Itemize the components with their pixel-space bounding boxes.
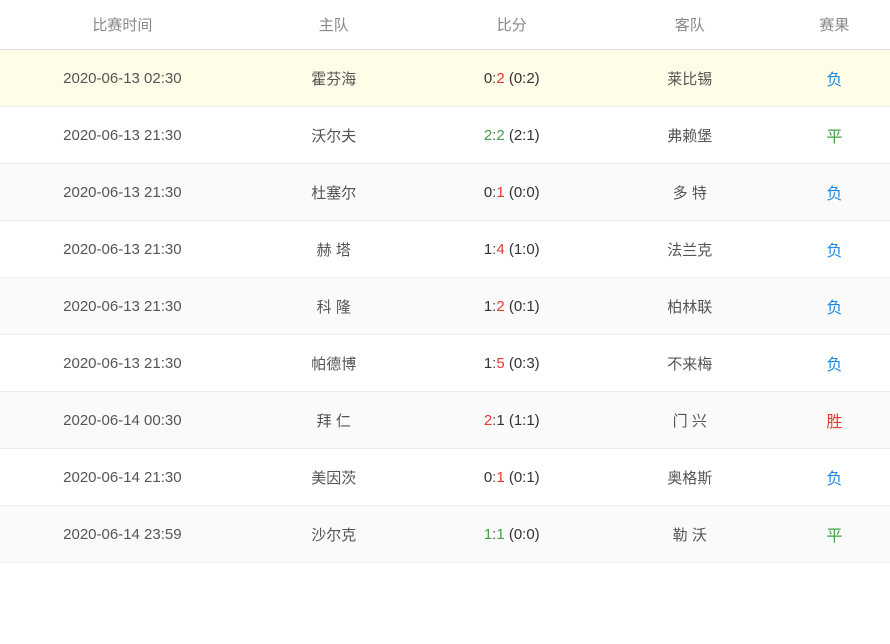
match-time: 2020-06-13 21:30 xyxy=(0,107,245,164)
match-time: 2020-06-13 21:30 xyxy=(0,335,245,392)
match-result: 平 xyxy=(779,107,890,164)
match-time: 2020-06-14 21:30 xyxy=(0,449,245,506)
score-home-value: 1 xyxy=(484,298,492,315)
home-team: 沃尔夫 xyxy=(245,107,423,164)
score-halftime: (0:2) xyxy=(505,70,540,87)
header-time: 比赛时间 xyxy=(0,0,245,50)
score-away-value: 1 xyxy=(496,526,504,543)
match-time: 2020-06-14 23:59 xyxy=(0,506,245,563)
score-halftime: (0:1) xyxy=(505,469,540,486)
match-time: 2020-06-13 21:30 xyxy=(0,164,245,221)
away-team: 弗赖堡 xyxy=(601,107,779,164)
table-row: 2020-06-13 21:30科 隆1:2 (0:1)柏林联负 xyxy=(0,278,890,335)
match-time: 2020-06-13 02:30 xyxy=(0,50,245,107)
header-away: 客队 xyxy=(601,0,779,50)
match-score: 0:1 (0:1) xyxy=(423,449,601,506)
matches-table-container: 比赛时间 主队 比分 客队 赛果 2020-06-13 02:30霍芬海0:2 … xyxy=(0,0,890,563)
match-result: 负 xyxy=(779,335,890,392)
score-away-value: 2 xyxy=(496,298,504,315)
score-home-value: 0 xyxy=(484,184,492,201)
home-team: 帕德博 xyxy=(245,335,423,392)
home-team: 美因茨 xyxy=(245,449,423,506)
score-away-value: 1 xyxy=(496,412,504,429)
table-header-row: 比赛时间 主队 比分 客队 赛果 xyxy=(0,0,890,50)
away-team: 奥格斯 xyxy=(601,449,779,506)
match-time: 2020-06-13 21:30 xyxy=(0,278,245,335)
away-team: 门 兴 xyxy=(601,392,779,449)
table-row: 2020-06-14 00:30拜 仁2:1 (1:1)门 兴胜 xyxy=(0,392,890,449)
away-team: 莱比锡 xyxy=(601,50,779,107)
match-result: 负 xyxy=(779,164,890,221)
score-halftime: (0:1) xyxy=(505,298,540,315)
away-team: 柏林联 xyxy=(601,278,779,335)
match-result: 胜 xyxy=(779,392,890,449)
score-home-value: 2 xyxy=(484,127,492,144)
match-score: 2:2 (2:1) xyxy=(423,107,601,164)
score-halftime: (2:1) xyxy=(505,127,540,144)
table-row: 2020-06-13 21:30帕德博1:5 (0:3)不来梅负 xyxy=(0,335,890,392)
match-score: 1:2 (0:1) xyxy=(423,278,601,335)
home-team: 沙尔克 xyxy=(245,506,423,563)
home-team: 拜 仁 xyxy=(245,392,423,449)
score-halftime: (0:0) xyxy=(505,184,540,201)
score-home-value: 1 xyxy=(484,526,492,543)
score-away-value: 5 xyxy=(496,355,504,372)
match-score: 0:1 (0:0) xyxy=(423,164,601,221)
table-row: 2020-06-13 21:30赫 塔1:4 (1:0)法兰克负 xyxy=(0,221,890,278)
match-result: 负 xyxy=(779,221,890,278)
header-result: 赛果 xyxy=(779,0,890,50)
header-home: 主队 xyxy=(245,0,423,50)
score-home-value: 0 xyxy=(484,469,492,486)
home-team: 赫 塔 xyxy=(245,221,423,278)
match-result: 负 xyxy=(779,50,890,107)
score-away-value: 1 xyxy=(496,184,504,201)
score-halftime: (0:3) xyxy=(505,355,540,372)
score-halftime: (1:1) xyxy=(505,412,540,429)
match-result: 负 xyxy=(779,278,890,335)
score-halftime: (0:0) xyxy=(505,526,540,543)
match-score: 2:1 (1:1) xyxy=(423,392,601,449)
score-away-value: 2 xyxy=(496,70,504,87)
header-score: 比分 xyxy=(423,0,601,50)
score-home-value: 2 xyxy=(484,412,492,429)
match-result: 负 xyxy=(779,449,890,506)
matches-table: 比赛时间 主队 比分 客队 赛果 2020-06-13 02:30霍芬海0:2 … xyxy=(0,0,890,563)
score-away-value: 1 xyxy=(496,469,504,486)
score-home-value: 1 xyxy=(484,241,492,258)
match-score: 1:4 (1:0) xyxy=(423,221,601,278)
home-team: 杜塞尔 xyxy=(245,164,423,221)
away-team: 勒 沃 xyxy=(601,506,779,563)
table-row: 2020-06-14 23:59沙尔克1:1 (0:0)勒 沃平 xyxy=(0,506,890,563)
score-home-value: 1 xyxy=(484,355,492,372)
away-team: 多 特 xyxy=(601,164,779,221)
away-team: 不来梅 xyxy=(601,335,779,392)
score-away-value: 2 xyxy=(496,127,504,144)
home-team: 科 隆 xyxy=(245,278,423,335)
table-row: 2020-06-13 21:30杜塞尔0:1 (0:0)多 特负 xyxy=(0,164,890,221)
match-score: 1:5 (0:3) xyxy=(423,335,601,392)
table-row: 2020-06-13 02:30霍芬海0:2 (0:2)莱比锡负 xyxy=(0,50,890,107)
score-away-value: 4 xyxy=(496,241,504,258)
home-team: 霍芬海 xyxy=(245,50,423,107)
match-time: 2020-06-13 21:30 xyxy=(0,221,245,278)
match-score: 1:1 (0:0) xyxy=(423,506,601,563)
match-time: 2020-06-14 00:30 xyxy=(0,392,245,449)
table-row: 2020-06-14 21:30美因茨0:1 (0:1)奥格斯负 xyxy=(0,449,890,506)
match-score: 0:2 (0:2) xyxy=(423,50,601,107)
match-result: 平 xyxy=(779,506,890,563)
table-row: 2020-06-13 21:30沃尔夫2:2 (2:1)弗赖堡平 xyxy=(0,107,890,164)
score-halftime: (1:0) xyxy=(505,241,540,258)
score-home-value: 0 xyxy=(484,70,492,87)
away-team: 法兰克 xyxy=(601,221,779,278)
